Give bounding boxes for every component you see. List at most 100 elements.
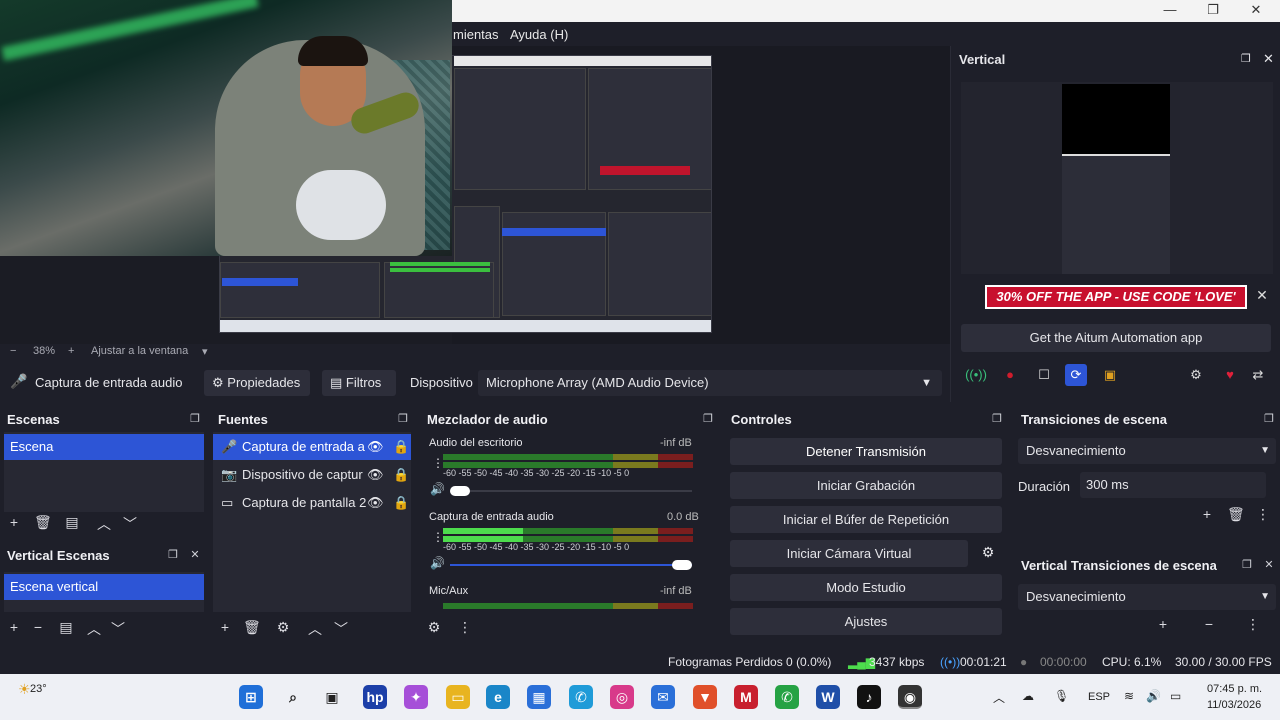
store-icon[interactable]: ▦ bbox=[527, 685, 551, 709]
start-recording-button[interactable]: Iniciar Grabación bbox=[730, 472, 1002, 499]
whatsapp-icon[interactable]: ✆ bbox=[775, 685, 799, 709]
arrow-up-icon[interactable]: ︿ bbox=[86, 619, 102, 639]
source-item[interactable]: 🎤 Captura de entrada a 👁 🔒 bbox=[213, 434, 411, 460]
record-icon[interactable]: ● bbox=[999, 364, 1021, 386]
clock-time[interactable]: 07:45 p. m. bbox=[1207, 683, 1262, 695]
float-icon[interactable]: ❐ bbox=[166, 548, 180, 562]
kebab-icon[interactable]: ⋮ bbox=[1245, 616, 1261, 633]
copilot-icon[interactable]: ✦ bbox=[404, 685, 428, 709]
outlook-icon[interactable]: ✉ bbox=[651, 685, 675, 709]
heart-icon[interactable]: ♥ bbox=[1219, 364, 1241, 386]
remove-icon[interactable]: − bbox=[30, 619, 46, 635]
settings-gear-icon[interactable]: ⚙ bbox=[1185, 364, 1207, 386]
stop-stream-button[interactable]: Detener Transmisión bbox=[730, 438, 1002, 465]
language-indicator[interactable]: ESP bbox=[1088, 691, 1110, 703]
arrow-up-icon[interactable]: ︿ bbox=[307, 619, 323, 639]
brave-icon[interactable]: ▼ bbox=[693, 685, 717, 709]
edge-icon[interactable]: e bbox=[486, 685, 510, 709]
filters-button[interactable]: ▤ Filtros bbox=[322, 370, 396, 396]
arrow-down-icon[interactable]: ﹀ bbox=[122, 514, 138, 534]
arrow-down-icon[interactable]: ﹀ bbox=[110, 619, 126, 639]
remove-icon[interactable]: − bbox=[1201, 616, 1217, 632]
properties-button[interactable]: ⚙ Propiedades bbox=[204, 370, 310, 396]
volume-slider[interactable] bbox=[450, 486, 692, 496]
stop-icon[interactable]: ☐ bbox=[1033, 364, 1055, 386]
close-icon[interactable]: ✕ bbox=[188, 548, 202, 562]
add-icon[interactable]: + bbox=[6, 619, 22, 635]
battery-icon[interactable]: ▭ bbox=[1170, 689, 1181, 703]
add-icon[interactable]: + bbox=[1199, 506, 1215, 522]
source-item[interactable]: 📷 Dispositivo de captur 👁 🔒 bbox=[213, 462, 411, 488]
settings-button[interactable]: Ajustes bbox=[730, 608, 1002, 635]
virtualcam-icon[interactable]: ▣ bbox=[1099, 364, 1121, 386]
volume-slider[interactable] bbox=[450, 560, 692, 570]
arrow-down-icon[interactable]: ﹀ bbox=[333, 619, 349, 639]
maximize-button[interactable]: ❐ bbox=[1203, 2, 1223, 18]
word-icon[interactable]: W bbox=[816, 685, 840, 709]
studio-mode-button[interactable]: Modo Estudio bbox=[730, 574, 1002, 601]
lock-icon[interactable]: 🔒 bbox=[393, 490, 409, 516]
float-icon[interactable]: ❐ bbox=[396, 412, 410, 426]
trash-icon[interactable]: 🗑 bbox=[1227, 506, 1245, 523]
source-item[interactable]: ▭ Captura de pantalla 2 👁 🔒 bbox=[213, 490, 411, 516]
eye-icon[interactable]: 👁 bbox=[367, 462, 384, 488]
scene-item[interactable]: Escena bbox=[4, 434, 204, 460]
add-icon[interactable]: + bbox=[217, 619, 233, 635]
float-icon[interactable]: ❐ bbox=[1262, 412, 1276, 426]
vertical-scene-item[interactable]: Escena vertical bbox=[4, 574, 204, 600]
volume-icon[interactable]: 🔊 bbox=[430, 556, 445, 570]
add-icon[interactable]: + bbox=[1155, 616, 1171, 632]
zoom-dropdown-icon[interactable]: ▾ bbox=[202, 345, 208, 358]
tiktok-icon[interactable]: ♪ bbox=[857, 685, 881, 709]
chevron-up-icon[interactable]: ︿ bbox=[993, 689, 1005, 706]
get-aitum-button[interactable]: Get the Aitum Automation app bbox=[961, 324, 1271, 352]
stream-icon[interactable]: ((•)) bbox=[965, 364, 987, 386]
search-icon[interactable]: ⌕ bbox=[281, 685, 305, 709]
add-icon[interactable]: + bbox=[6, 514, 22, 530]
instagram-icon[interactable]: ◎ bbox=[610, 685, 634, 709]
mcafee-icon[interactable]: M bbox=[734, 685, 758, 709]
slider-knob[interactable] bbox=[450, 486, 470, 496]
vertical-transition-select[interactable]: Desvanecimiento ▼ bbox=[1018, 584, 1276, 610]
wifi-icon[interactable]: ≋ bbox=[1124, 689, 1134, 703]
clock-date[interactable]: 11/03/2026 bbox=[1207, 699, 1261, 711]
arrow-up-icon[interactable]: ︿ bbox=[96, 514, 112, 534]
slider-knob[interactable] bbox=[672, 560, 692, 570]
filter-icon[interactable]: ▤ bbox=[64, 514, 80, 531]
kebab-icon[interactable]: ⋮ bbox=[1255, 506, 1271, 523]
duration-input[interactable]: 300 ms bbox=[1080, 472, 1266, 498]
task-view-icon[interactable]: ▣ bbox=[320, 685, 344, 709]
close-icon[interactable]: ✕ bbox=[1263, 51, 1274, 67]
close-icon[interactable]: ✕ bbox=[1262, 558, 1276, 572]
trash-icon[interactable]: 🗑 bbox=[34, 514, 52, 531]
volume-icon[interactable]: 🔊 bbox=[1146, 689, 1161, 703]
lock-icon[interactable]: 🔒 bbox=[393, 462, 409, 488]
eye-icon[interactable]: 👁 bbox=[367, 490, 384, 516]
microphone-icon[interactable]: 🎙 bbox=[1054, 689, 1069, 703]
virtual-camera-button[interactable]: Iniciar Cámara Virtual bbox=[730, 540, 968, 567]
weather-icon[interactable]: ☀ bbox=[18, 681, 31, 698]
close-window-button[interactable]: ✕ bbox=[1246, 2, 1266, 18]
network-app-icon[interactable]: ☁ bbox=[1022, 689, 1034, 703]
hp-icon[interactable]: hp bbox=[363, 685, 387, 709]
promo-close-icon[interactable]: ✕ bbox=[1253, 287, 1271, 305]
minimize-button[interactable]: — bbox=[1160, 2, 1180, 18]
windows-start-icon[interactable]: ⊞ bbox=[239, 685, 263, 709]
device-select[interactable]: Microphone Array (AMD Audio Device) ▼ bbox=[478, 370, 942, 396]
volume-icon[interactable]: 🔊 bbox=[430, 482, 445, 496]
transition-select[interactable]: Desvanecimiento ▼ bbox=[1018, 438, 1276, 464]
promo-banner[interactable]: 30% OFF THE APP - USE CODE 'LOVE' bbox=[985, 285, 1247, 309]
float-icon[interactable]: ❐ bbox=[990, 412, 1004, 426]
obs-icon[interactable]: ◉ bbox=[898, 685, 922, 709]
file-explorer-icon[interactable]: ▭ bbox=[446, 685, 470, 709]
replay-buffer-button[interactable]: Iniciar el Búfer de Repetición bbox=[730, 506, 1002, 533]
share-icon[interactable]: ⇄ bbox=[1247, 364, 1269, 386]
trash-icon[interactable]: 🗑 bbox=[243, 619, 261, 636]
mixer-settings-icon[interactable]: ⚙ bbox=[426, 619, 442, 636]
virtual-camera-settings-icon[interactable]: ⚙ bbox=[978, 544, 998, 564]
zoom-out-button[interactable]: − bbox=[10, 345, 16, 357]
kebab-icon[interactable]: ⋮ bbox=[457, 619, 473, 636]
menu-ayuda[interactable]: Ayuda (H) bbox=[510, 27, 568, 42]
eye-icon[interactable]: 👁 bbox=[367, 434, 384, 460]
lock-icon[interactable]: 🔒 bbox=[393, 434, 409, 460]
